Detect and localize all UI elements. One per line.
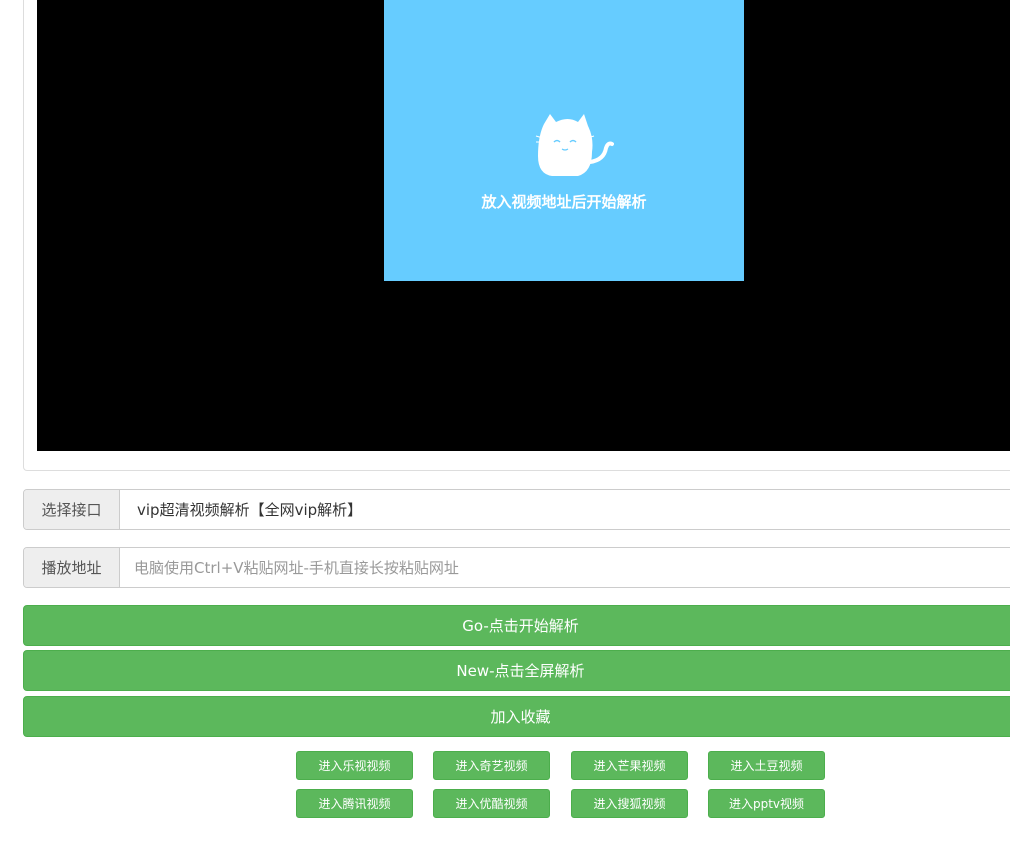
iqiyi-link-button[interactable]: 进入奇艺视频 [433,751,550,780]
api-select-group: 选择接口 vip超清视频解析【全网vip解析】 [23,489,1010,530]
video-player[interactable]: 放入视频地址后开始解析 [37,0,1010,451]
mango-link-button[interactable]: 进入芒果视频 [571,751,688,780]
player-poster: 放入视频地址后开始解析 [384,0,744,281]
add-favorite-button[interactable]: 加入收藏 [23,696,1010,737]
api-select-label: 选择接口 [24,490,120,529]
cat-icon [535,114,614,176]
poster-caption: 放入视频地址后开始解析 [481,193,647,211]
tudou-link-button[interactable]: 进入土豆视频 [708,751,825,780]
pptv-link-button[interactable]: 进入pptv视频 [708,789,825,818]
api-select[interactable]: vip超清视频解析【全网vip解析】 [120,490,1010,529]
sohu-link-button[interactable]: 进入搜狐视频 [571,789,688,818]
go-parse-button[interactable]: Go-点击开始解析 [23,605,1010,646]
youku-link-button[interactable]: 进入优酷视频 [433,789,550,818]
tencent-link-button[interactable]: 进入腾讯视频 [296,789,413,818]
url-input-group: 播放地址 [23,547,1010,588]
url-input-label: 播放地址 [24,548,120,587]
fullscreen-parse-button[interactable]: New-点击全屏解析 [23,650,1010,691]
url-input[interactable] [120,548,1010,587]
letv-link-button[interactable]: 进入乐视视频 [296,751,413,780]
